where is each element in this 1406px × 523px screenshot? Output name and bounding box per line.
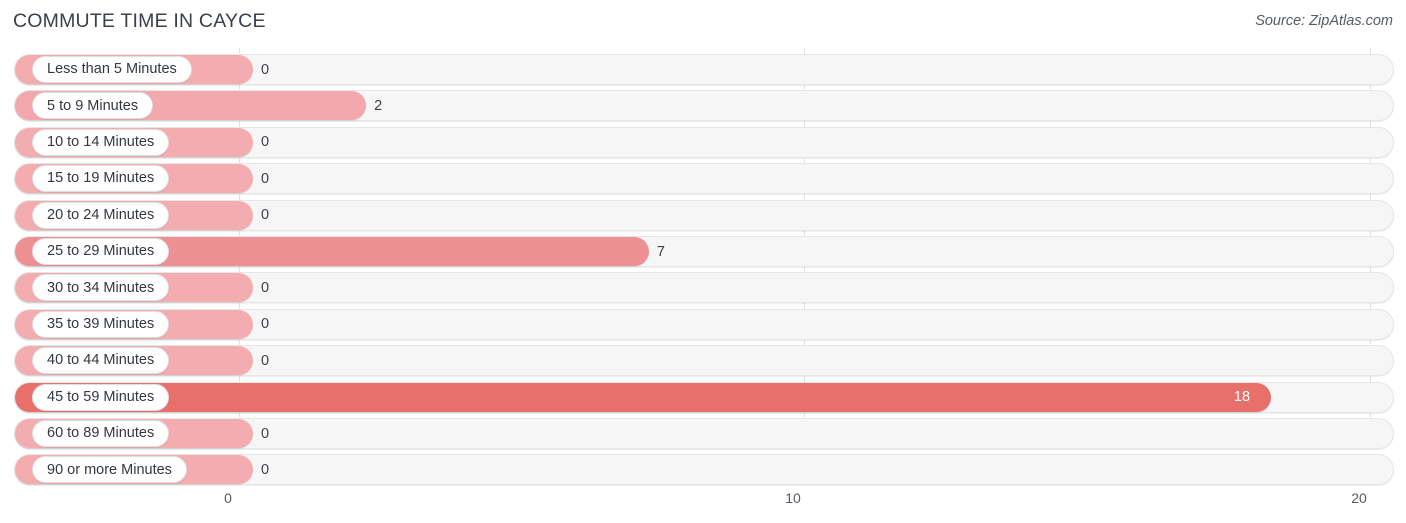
bar-10[interactable]	[15, 382, 1271, 412]
chart-row[interactable]: Less than 5 Minutes 0	[14, 54, 1394, 85]
chart-row[interactable]: 15 to 19 Minutes 0	[14, 163, 1394, 195]
x-tick-label-20: 20	[1351, 490, 1367, 506]
bar-category-label: 15 to 19 Minutes	[47, 170, 155, 187]
bar-value-label: 0	[261, 207, 270, 224]
bar-category-label: Less than 5 Minutes	[47, 61, 177, 78]
bar-label-pill: 5 to 9 Minutes	[32, 92, 154, 120]
bar-category-label: 10 to 14 Minutes	[47, 134, 155, 151]
bar-value-label: 0	[261, 61, 270, 78]
bar-value-label: 0	[261, 352, 270, 369]
chart-row[interactable]: 5 to 9 Minutes 2	[14, 90, 1394, 122]
bar-value-label: 18	[1233, 389, 1251, 406]
chart-row[interactable]: 30 to 34 Minutes 0	[14, 272, 1394, 304]
bar-label-pill: 35 to 39 Minutes	[32, 310, 170, 338]
bar-label-pill: 45 to 59 Minutes	[32, 383, 170, 411]
bar-category-label: 90 or more Minutes	[47, 461, 172, 478]
bar-category-label: 20 to 24 Minutes	[47, 206, 155, 223]
bar-label-pill: 20 to 24 Minutes	[32, 201, 170, 229]
chart-row[interactable]: 20 to 24 Minutes 0	[14, 199, 1394, 231]
bar-value-label: 7	[656, 243, 665, 260]
bar-label-pill: 10 to 14 Minutes	[32, 128, 170, 156]
bar-label-pill: 25 to 29 Minutes	[32, 238, 170, 265]
bar-category-label: 30 to 34 Minutes	[47, 279, 155, 296]
bar-value-label: 0	[261, 316, 270, 333]
bar-category-label: 25 to 29 Minutes	[47, 243, 155, 260]
chart-row[interactable]: 35 to 39 Minutes 0	[14, 308, 1394, 340]
bar-category-label: 35 to 39 Minutes	[47, 316, 155, 333]
chart-row[interactable]: 25 to 29 Minutes 7	[14, 236, 1394, 267]
bar-label-pill: 60 to 89 Minutes	[32, 420, 170, 447]
bar-category-label: 40 to 44 Minutes	[47, 352, 155, 369]
x-tick-label-10: 10	[785, 490, 801, 506]
bar-category-label: 45 to 59 Minutes	[47, 388, 155, 405]
x-tick-label-0: 0	[224, 490, 232, 506]
chart-row[interactable]: 10 to 14 Minutes 0	[14, 126, 1394, 158]
bar-value-label: 0	[261, 170, 270, 187]
chart-row[interactable]: 60 to 89 Minutes 0	[14, 418, 1394, 449]
bar-value-label: 0	[261, 425, 270, 442]
bar-value-label: 0	[261, 279, 270, 296]
bar-label-pill: Less than 5 Minutes	[32, 56, 192, 83]
source-attribution: Source: ZipAtlas.com	[1255, 13, 1393, 29]
page-title: COMMUTE TIME IN CAYCE	[13, 10, 266, 32]
bar-value-label: 2	[374, 97, 383, 114]
plot-area: Less than 5 Minutes 0 5 to 9 Minutes 2 10 to…	[0, 48, 1406, 488]
x-axis: 0 10 20	[0, 488, 1406, 523]
chart-row[interactable]: 40 to 44 Minutes 0	[14, 345, 1394, 377]
chart-row[interactable]: 45 to 59 Minutes 18	[14, 381, 1394, 413]
bar-category-label: 5 to 9 Minutes	[47, 97, 139, 114]
bar-value-label: 0	[261, 461, 270, 478]
bar-label-pill: 15 to 19 Minutes	[32, 165, 170, 193]
bar-value-label: 0	[261, 134, 270, 151]
chart-page: COMMUTE TIME IN CAYCE Source: ZipAtlas.c…	[0, 0, 1406, 523]
bar-label-pill: 90 or more Minutes	[32, 456, 187, 484]
bar-label-pill: 30 to 34 Minutes	[32, 274, 170, 302]
chart-row[interactable]: 90 or more Minutes 0	[14, 454, 1394, 486]
bar-label-pill: 40 to 44 Minutes	[32, 347, 170, 375]
bar-category-label: 60 to 89 Minutes	[47, 425, 155, 442]
